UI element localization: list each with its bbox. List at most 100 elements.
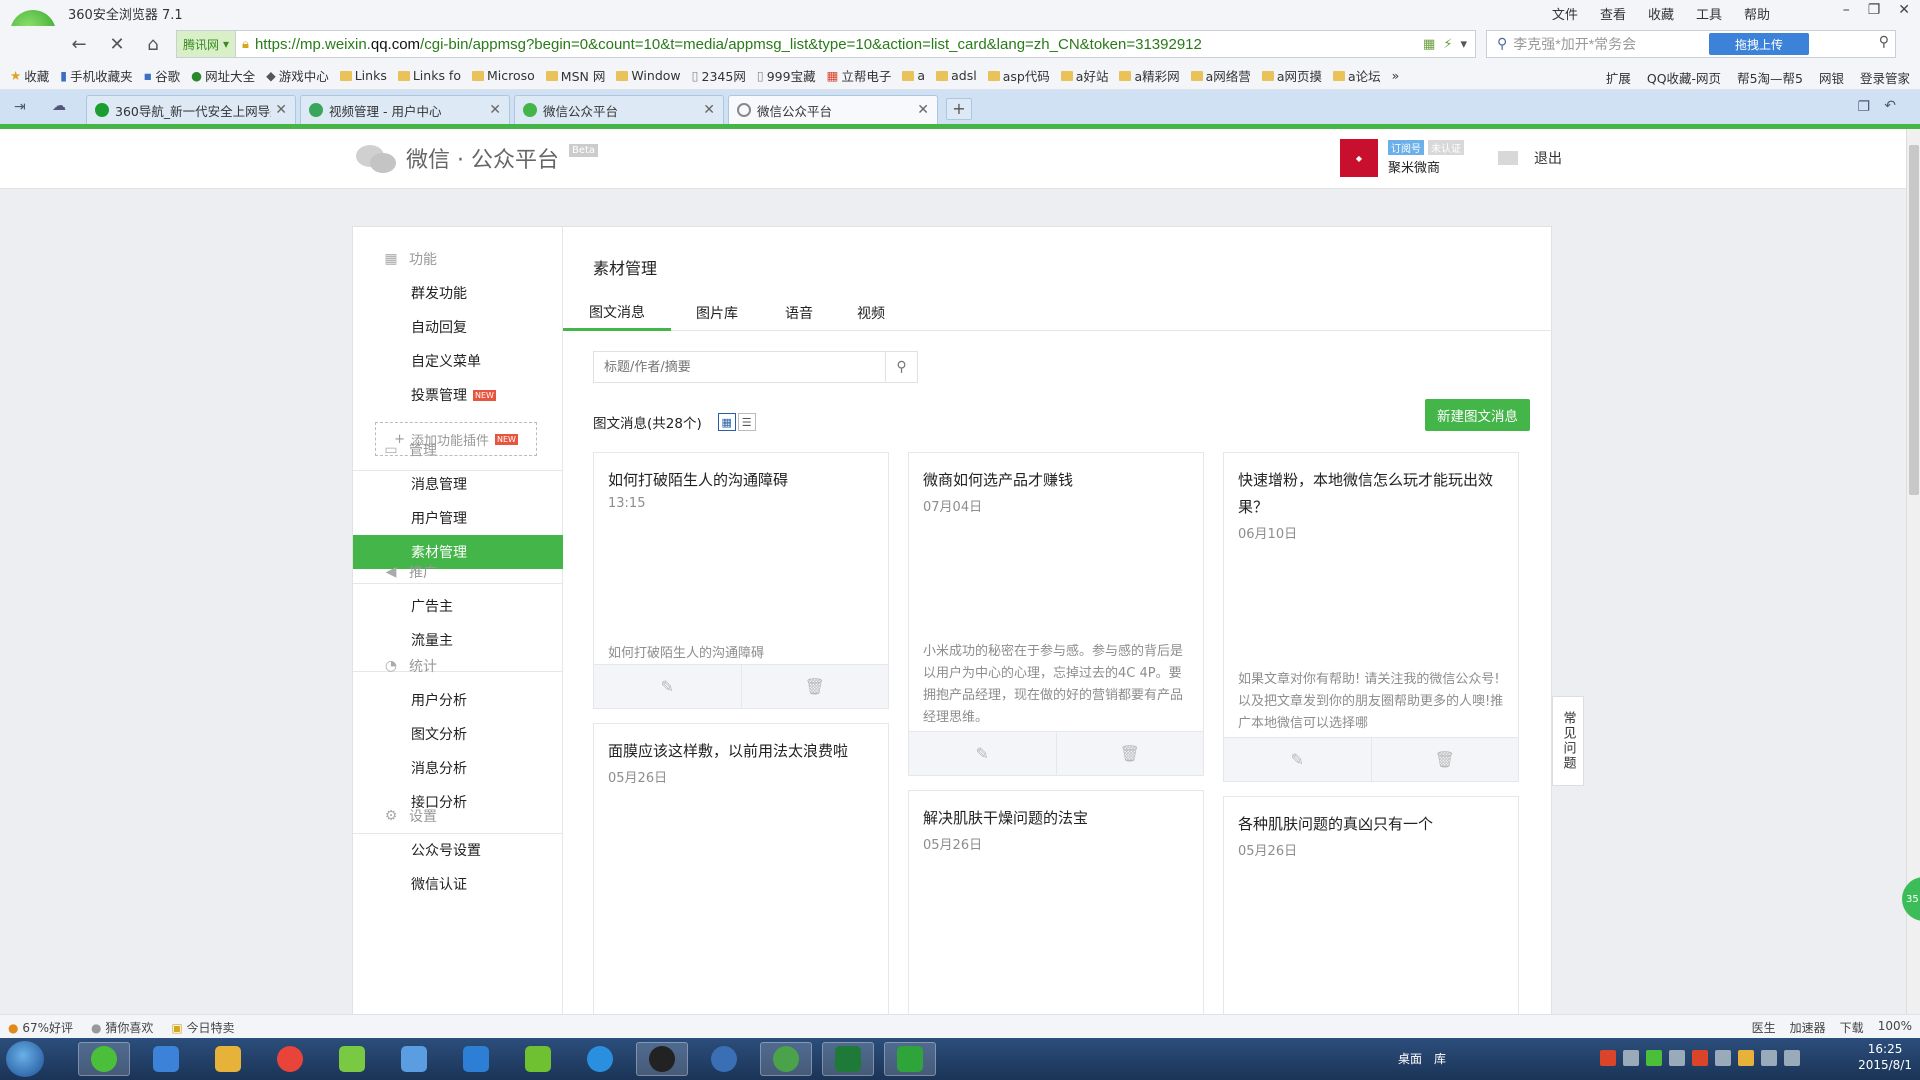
menu-help[interactable]: 帮助 [1744,4,1770,23]
menu-file[interactable]: 文件 [1552,4,1578,23]
sidebar-item-messages[interactable]: 消息管理 [353,467,563,501]
bookmark-folder[interactable]: MSN 网 [545,66,605,85]
edit-pencil-icon[interactable]: ✎ [594,665,741,708]
browser-search-box[interactable]: ⚲ 李克强*加开*常务会 拖拽上传 ⚲ [1486,30,1896,58]
tray-icon[interactable] [1623,1050,1639,1066]
clock[interactable]: 16:25 2015/8/1 [1858,1041,1912,1073]
taskbar-app[interactable] [202,1042,254,1076]
tray-icon[interactable] [1761,1050,1777,1066]
trash-icon[interactable]: 🗑︎ [1370,738,1519,781]
undo-close-icon[interactable]: ↶ [1884,98,1896,114]
tray-icon[interactable] [1692,1050,1708,1066]
bookmark-folder[interactable]: Window [616,68,681,83]
stop-icon[interactable]: ✕ [104,31,130,57]
menu-view[interactable]: 查看 [1600,4,1626,23]
taskbar-360-browser[interactable] [78,1042,130,1076]
tab-360-nav[interactable]: 360导航_新一代安全上网导航 ✕ [86,95,296,124]
bookmark-folder[interactable]: adsl [936,68,977,83]
menu-favorites[interactable]: 收藏 [1648,4,1674,23]
taskbar-app[interactable] [140,1042,192,1076]
bookmark-folder[interactable]: a好站 [1060,66,1108,85]
sidebar-item-mass-send[interactable]: 群发功能 [353,276,563,310]
guess-like-link[interactable]: ● 猜你喜欢 [91,1019,153,1036]
bookmark-item[interactable]: ◆ 游戏中心 [266,66,329,85]
edit-pencil-icon[interactable]: ✎ [1224,738,1371,781]
tray-icon[interactable] [1738,1050,1754,1066]
tab-voice[interactable]: 语音 [763,295,835,331]
sidebar-item-message-analysis[interactable]: 消息分析 [353,751,563,785]
close-window-icon[interactable]: ✕ [1898,2,1910,18]
url-dropdown-icon[interactable]: ▾ [1460,37,1467,52]
sidebar-item-vote[interactable]: 投票管理 NEW [353,378,563,412]
taskbar-app[interactable] [884,1042,936,1076]
tab-wechat-platform-active[interactable]: 微信公众平台 ✕ [728,95,938,124]
address-bar[interactable]: 腾讯网 ▾ 🔒︎ https://mp.weixin.qq.com/cgi-bin… [176,30,1476,58]
bang5-link[interactable]: 帮5淘—帮5 [1737,68,1803,87]
drag-upload-button[interactable]: 拖拽上传 [1709,33,1809,55]
bookmark-item[interactable]: ▪ 谷歌 [144,66,181,85]
sidebar-item-auto-reply[interactable]: 自动回复 [353,310,563,344]
tab-close-icon[interactable]: ✕ [275,102,287,118]
taskbar-app[interactable] [512,1042,564,1076]
card-title[interactable]: 各种肌肤问题的真凶只有一个 [1238,811,1504,838]
article-card[interactable]: 如何打破陌生人的沟通障碍 13:15 如何打破陌生人的沟通障碍 ✎ 🗑︎ [593,452,889,709]
taskbar-app[interactable] [574,1042,626,1076]
restore-icon[interactable]: ❐ [1868,2,1881,18]
bookmark-folder[interactable]: Links [339,68,387,83]
ebank-link[interactable]: 网银 [1819,68,1844,87]
mail-icon[interactable] [1498,151,1518,165]
qq-favorites-link[interactable]: QQ收藏-网页 [1647,68,1721,87]
address-url[interactable]: https://mp.weixin.qq.com/cgi-bin/appmsg?… [255,36,1423,53]
menu-tools[interactable]: 工具 [1696,4,1722,23]
sidebar-item-verification[interactable]: 微信认证 [353,867,563,901]
more-bookmarks-icon[interactable]: » [1392,68,1400,83]
tab-video[interactable]: 视频 [835,295,907,331]
grid-view-icon[interactable]: ▦ [717,413,736,431]
card-title[interactable]: 快速增粉，本地微信怎么玩才能玩出效果？ [1238,467,1504,521]
card-title[interactable]: 如何打破陌生人的沟通障碍 [608,467,874,494]
sidebar-item-account-settings[interactable]: 公众号设置 [353,833,563,867]
bookmark-folder[interactable]: a [902,68,925,83]
mp-brand[interactable]: 微信 · 公众平台 Beta [356,141,599,175]
article-card[interactable]: 面膜应该这样敷，以前用法太浪费啦 05月26日 [593,723,889,1014]
bookmark-folder[interactable]: a网络营 [1190,66,1251,85]
article-card[interactable]: 微商如何选产品才赚钱 07月04日 小米成功的秘密在于参与感。参与感的背后是以用… [908,452,1204,776]
taskbar-app[interactable] [760,1042,812,1076]
faq-button[interactable]: 常见问题 [1552,696,1584,786]
new-tab-button[interactable]: + [946,98,972,120]
tab-video-manage[interactable]: 视频管理 - 用户中心 ✕ [300,95,510,124]
taskbar-app[interactable] [388,1042,440,1076]
list-view-icon[interactable]: ☰ [737,413,756,431]
bookmark-item[interactable]: ▯ 999宝藏 [757,66,816,85]
bookmark-folder[interactable]: a论坛 [1332,66,1381,85]
library-toolbar[interactable]: 库 [1434,1050,1446,1067]
home-icon[interactable]: ⌂ [140,31,166,57]
logout-link[interactable]: 退出 [1534,148,1562,168]
download-button[interactable]: 下载 [1840,1019,1864,1036]
sidebar-item-advertiser[interactable]: 广告主 [353,589,563,623]
bookmark-item[interactable]: ▯ 2345网 [692,66,746,85]
doctor-button[interactable]: 医生 [1752,1019,1776,1036]
scrollbar-thumb[interactable] [1909,145,1919,495]
tab-close-icon[interactable]: ✕ [703,102,715,118]
tab-close-icon[interactable]: ✕ [489,102,501,118]
sidebar-item-users[interactable]: 用户管理 [353,501,563,535]
accelerator-button[interactable]: 加速器 [1790,1019,1826,1036]
bookmark-item[interactable]: ▦ 立帮电子 [827,66,892,85]
bookmark-item[interactable]: ▮ 手机收藏夹 [60,66,132,85]
bookmark-folder[interactable]: asp代码 [987,66,1050,85]
tray-icon[interactable] [1600,1050,1616,1066]
security-zone-badge[interactable]: 腾讯网 ▾ [177,31,237,57]
taskbar-app[interactable] [264,1042,316,1076]
bookmark-item[interactable]: ● 网址大全 [191,66,255,85]
tray-icon[interactable] [1715,1050,1731,1066]
account-name[interactable]: 聚米微商 [1388,157,1464,176]
taskbar-app[interactable] [450,1042,502,1076]
taskbar-app[interactable] [698,1042,750,1076]
sidebar-item-user-analysis[interactable]: 用户分析 [353,683,563,717]
tab-wechat-platform[interactable]: 微信公众平台 ✕ [514,95,724,124]
sidebar-item-custom-menu[interactable]: 自定义菜单 [353,344,563,378]
search-input[interactable] [594,352,885,382]
search-submit-icon[interactable]: ⚲ [1879,34,1889,50]
tray-icon[interactable] [1646,1050,1662,1066]
